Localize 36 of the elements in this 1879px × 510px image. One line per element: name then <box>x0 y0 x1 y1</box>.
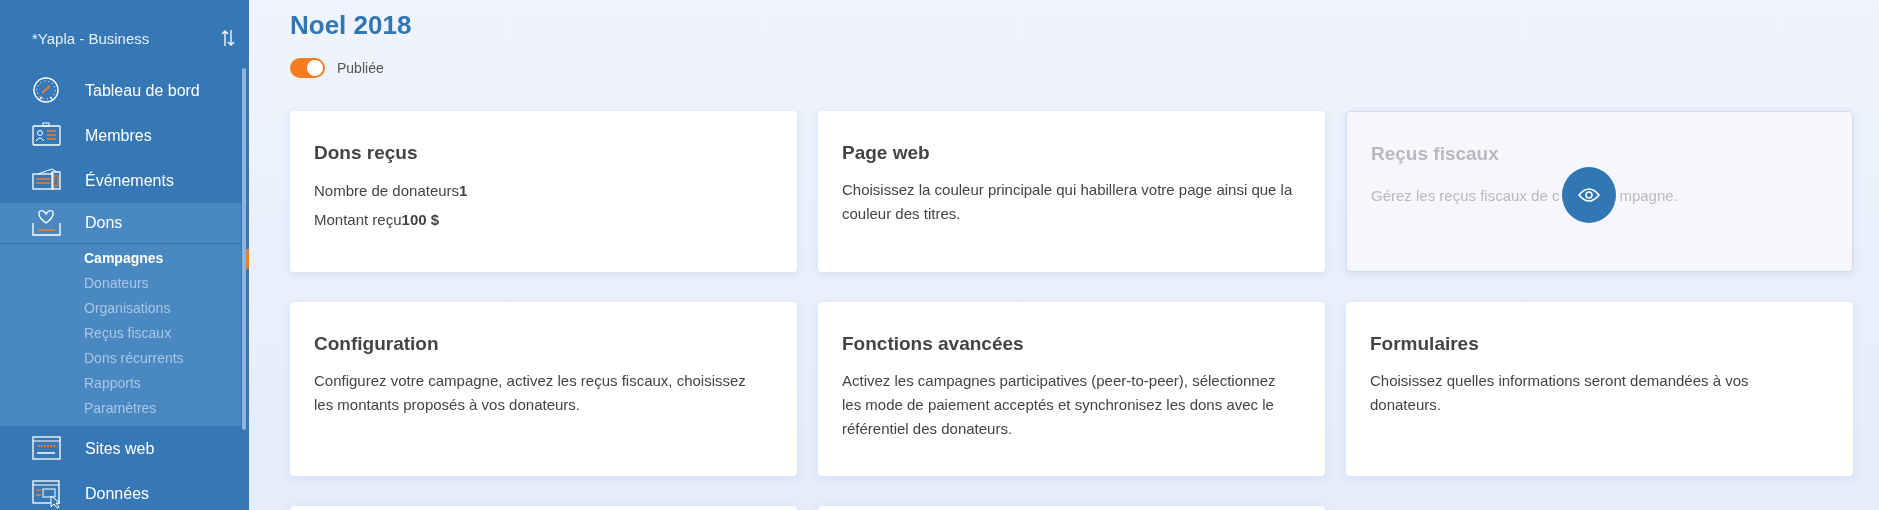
card[interactable]: Dons reçus Nombre de donateurs1 Montant reçu100 $ <box>290 111 797 272</box>
card-title: Formulaires <box>1370 333 1479 355</box>
stat-line: Nombre de donateurs1 <box>314 182 469 199</box>
card-description: Choisissez quelles informations seront demandées à vos donateurs. <box>1370 371 1750 415</box>
swap-icon[interactable] <box>221 29 235 47</box>
card[interactable]: Configuration Configurez votre campagne, activez les reçus fiscaux, choisissez les montants proposés à vos donateurs. <box>290 302 797 476</box>
active-indicator <box>246 249 249 269</box>
card-title: Fonctions avancées <box>842 333 1024 355</box>
card-description: Activez les campagnes participatives (peer-to-peer), sélectionnez les mode de paiement acceptés et synchronisez les dons avec le référentiel des donateurs. <box>842 371 1277 439</box>
card[interactable]: Page web Choisissez la couleur principale qui habillera votre page ainsi que la couleur des titres. <box>818 111 1325 272</box>
menu-item[interactable]: Événements <box>0 158 241 203</box>
card-description: Gérez les reçus fiscaux de c <box>1371 186 1560 204</box>
eye-icon <box>1578 187 1601 203</box>
card-title: Dons reçus <box>314 142 418 164</box>
account-name[interactable]: *Yapla - Business <box>32 29 150 47</box>
card-title: Configuration <box>314 333 439 355</box>
card-description: Configurez votre campagne, activez les reçus fiscaux, choisissez les montants proposés à vos donateurs. <box>314 371 747 415</box>
card-description: Choisissez la couleur principale qui habillera votre page ainsi que la couleur des titres. <box>842 180 1294 224</box>
menu-item[interactable]: Dons <box>0 203 241 244</box>
page-title: Noel 2018 <box>290 10 413 41</box>
menu-item[interactable]: Tableau de bord <box>0 68 241 113</box>
menu-item[interactable]: Membres <box>0 113 241 158</box>
card-description: mpagne. <box>1619 186 1678 204</box>
publish-toggle[interactable] <box>290 58 325 78</box>
gauge-icon <box>32 75 62 106</box>
toggle-label: Publiée <box>337 60 384 76</box>
scrollbar[interactable] <box>242 68 246 430</box>
menu-item[interactable]: Sites web <box>0 426 241 471</box>
card-title: Page web <box>842 142 930 164</box>
card[interactable]: Formulaires Choisissez quelles informations seront demandées à vos donateurs. <box>1346 302 1853 476</box>
card-title: Reçus fiscaux <box>1371 143 1499 165</box>
stat-line: Montant reçu100 $ <box>314 211 441 228</box>
card[interactable]: Fonctions avancées Activez les campagnes participatives (peer-to-peer), sélectionnez les mode de paiement acceptés et synchronisez les dons avec le référentiel des donateurs. <box>818 302 1325 476</box>
heart-box-icon <box>32 208 62 238</box>
menu-item[interactable]: Données <box>0 471 241 510</box>
submenu-item[interactable]: Campagnes <box>0 246 241 271</box>
